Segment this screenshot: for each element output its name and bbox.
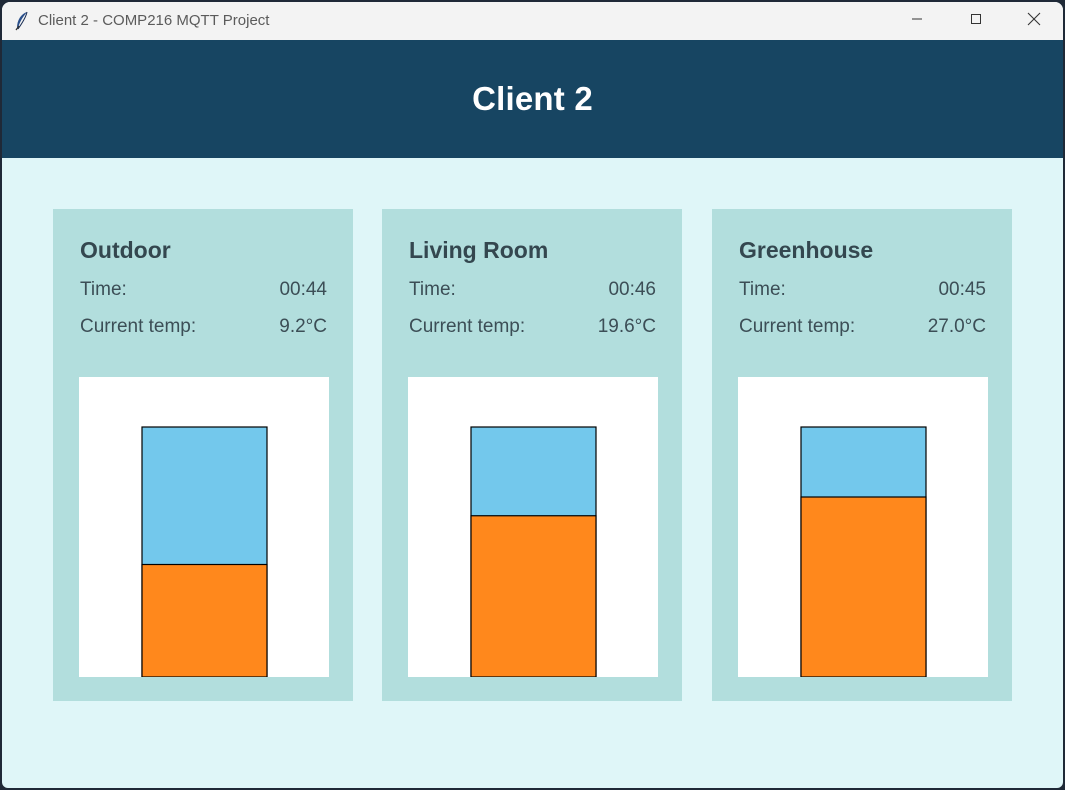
sensor-card-living-room: Living Room Time: 00:46 Current temp: 19… — [382, 209, 682, 701]
client-title: Client 2 — [472, 80, 593, 117]
temperature-gauge — [408, 377, 658, 677]
feather-icon — [14, 11, 30, 31]
gauge-svg — [470, 426, 597, 677]
maximize-icon — [970, 12, 982, 30]
close-icon — [1027, 12, 1041, 31]
time-label: Time: — [409, 279, 456, 300]
temp-label: Current temp: — [80, 316, 197, 337]
time-label: Time: — [80, 279, 127, 300]
temp-value: 9.2°C — [279, 316, 327, 337]
gauge-fill — [470, 515, 597, 677]
card-title: Greenhouse — [739, 237, 874, 263]
card-title: Outdoor — [80, 237, 171, 263]
temp-label: Current temp: — [739, 316, 856, 337]
temp-label: Current temp: — [409, 316, 526, 337]
minimize-icon — [911, 12, 923, 30]
gauge-fill — [800, 496, 927, 677]
app-window: Client 2 - COMP216 MQTT Project Client 2… — [2, 2, 1063, 788]
temperature-gauge — [79, 377, 329, 677]
minimize-button[interactable] — [888, 2, 946, 40]
header-banner: Client 2 — [2, 40, 1063, 158]
time-label: Time: — [739, 279, 786, 300]
gauge-svg — [141, 426, 268, 677]
time-value: 00:46 — [608, 279, 656, 300]
title-bar[interactable]: Client 2 - COMP216 MQTT Project — [2, 2, 1063, 40]
temp-value: 19.6°C — [597, 316, 656, 337]
time-value: 00:44 — [279, 279, 327, 300]
gauge-fill — [141, 563, 268, 677]
gauge-svg — [800, 426, 927, 677]
close-button[interactable] — [1005, 2, 1063, 40]
temperature-gauge — [738, 377, 988, 677]
sensor-card-outdoor: Outdoor Time: 00:44 Current temp: 9.2°C — [53, 209, 353, 701]
maximize-button[interactable] — [947, 2, 1005, 40]
temp-value: 27.0°C — [927, 316, 986, 337]
time-value: 00:45 — [938, 279, 986, 300]
card-title: Living Room — [409, 237, 549, 263]
sensor-card-greenhouse: Greenhouse Time: 00:45 Current temp: 27.… — [712, 209, 1012, 701]
window-title: Client 2 - COMP216 MQTT Project — [38, 12, 270, 29]
